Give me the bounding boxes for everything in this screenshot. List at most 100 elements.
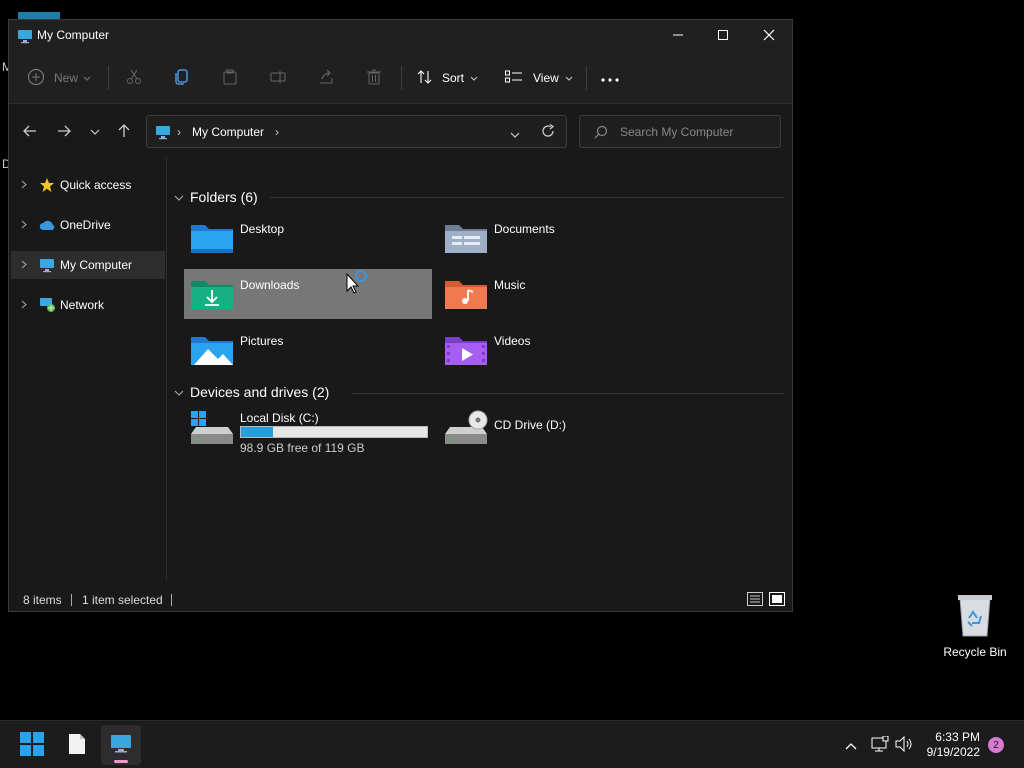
speaker-icon bbox=[895, 735, 913, 755]
show-hidden-icons-button[interactable] bbox=[845, 739, 857, 753]
drive-usage-fill bbox=[241, 427, 273, 437]
breadcrumb-separator-icon: › bbox=[275, 125, 279, 139]
sidebar-item-onedrive[interactable]: OneDrive bbox=[11, 211, 165, 239]
group-header-label: Devices and drives (2) bbox=[190, 384, 330, 400]
chevron-right-icon[interactable] bbox=[21, 258, 27, 272]
start-button[interactable] bbox=[12, 725, 52, 765]
drive-free-space: 98.9 GB free of 119 GB bbox=[240, 441, 365, 455]
share-button[interactable] bbox=[318, 52, 334, 104]
navigation-bar: › My Computer › Search My Computer bbox=[9, 105, 792, 157]
back-button[interactable] bbox=[19, 121, 41, 143]
notification-badge[interactable]: 2 bbox=[988, 737, 1004, 753]
selection-count: 1 item selected bbox=[82, 593, 163, 607]
computer-icon bbox=[17, 28, 33, 47]
tiles-view-button[interactable] bbox=[769, 592, 785, 609]
pictures-folder-icon bbox=[190, 333, 234, 370]
chevron-down-icon bbox=[174, 189, 184, 205]
folder-music[interactable]: Music bbox=[438, 269, 686, 319]
more-options-button[interactable] bbox=[601, 52, 619, 104]
cut-button[interactable] bbox=[126, 52, 142, 104]
status-separator bbox=[71, 594, 72, 606]
group-header-folders[interactable]: Folders (6) bbox=[174, 189, 258, 205]
share-icon bbox=[318, 69, 334, 88]
sort-button[interactable]: Sort bbox=[417, 52, 478, 104]
toolbar-separator bbox=[401, 66, 402, 90]
up-button[interactable] bbox=[113, 121, 135, 143]
network-status-button[interactable] bbox=[871, 735, 889, 755]
chevron-down-icon bbox=[90, 125, 100, 139]
folder-label: Music bbox=[494, 278, 526, 292]
taskbar-my-computer[interactable] bbox=[101, 725, 141, 765]
cloud-icon bbox=[39, 217, 56, 236]
details-view-button[interactable] bbox=[747, 592, 763, 609]
minimize-button[interactable] bbox=[655, 20, 701, 52]
sidebar-item-quick-access[interactable]: Quick access bbox=[11, 171, 165, 199]
close-button[interactable] bbox=[746, 20, 792, 52]
maximize-button[interactable] bbox=[700, 20, 746, 52]
sidebar-item-my-computer[interactable]: My Computer bbox=[11, 251, 165, 279]
chevron-up-icon bbox=[845, 739, 857, 753]
arrow-left-icon bbox=[23, 125, 37, 140]
address-dropdown-button[interactable] bbox=[510, 128, 520, 142]
taskbar: 6:33 PM 9/19/2022 2 bbox=[0, 720, 1024, 768]
sidebar-item-label: OneDrive bbox=[60, 218, 111, 232]
file-list: Folders (6) Desktop Documents Downloads … bbox=[168, 157, 792, 581]
minimize-icon bbox=[673, 29, 683, 43]
volume-button[interactable] bbox=[895, 735, 913, 755]
folder-pictures[interactable]: Pictures bbox=[184, 325, 432, 375]
videos-folder-icon bbox=[444, 333, 488, 370]
new-icon bbox=[27, 68, 45, 89]
document-icon bbox=[68, 733, 86, 758]
folder-desktop[interactable]: Desktop bbox=[184, 213, 432, 263]
toolbar-separator bbox=[108, 66, 109, 90]
title-bar[interactable]: My Computer bbox=[9, 20, 792, 52]
breadcrumb-my-computer[interactable]: My Computer bbox=[192, 125, 264, 139]
folder-downloads[interactable]: Downloads bbox=[184, 269, 432, 319]
new-button[interactable]: New bbox=[27, 52, 91, 104]
folder-label: Documents bbox=[494, 222, 555, 236]
new-label: New bbox=[54, 71, 79, 85]
window-title: My Computer bbox=[37, 28, 110, 42]
command-bar: New Sort View bbox=[9, 52, 792, 104]
active-indicator bbox=[114, 760, 128, 763]
folder-documents[interactable]: Documents bbox=[438, 213, 686, 263]
group-divider bbox=[270, 197, 784, 198]
computer-icon bbox=[39, 257, 55, 276]
copy-button[interactable] bbox=[174, 52, 190, 104]
search-box[interactable]: Search My Computer bbox=[579, 115, 781, 148]
item-count: 8 items bbox=[23, 593, 62, 607]
system-clock[interactable]: 6:33 PM 9/19/2022 bbox=[918, 730, 980, 760]
sidebar-item-network[interactable]: Network bbox=[11, 291, 165, 319]
copy-icon bbox=[174, 68, 190, 88]
recent-locations-button[interactable] bbox=[84, 121, 106, 143]
paste-button[interactable] bbox=[222, 52, 238, 104]
desktop-recycle-bin[interactable]: Recycle Bin bbox=[938, 594, 1012, 659]
view-button[interactable]: View bbox=[505, 52, 573, 104]
navigation-pane: Quick access OneDrive My Computer Networ… bbox=[9, 157, 167, 581]
sidebar-item-label: Quick access bbox=[60, 178, 132, 192]
folder-label: Videos bbox=[494, 334, 531, 348]
group-header-drives[interactable]: Devices and drives (2) bbox=[174, 384, 329, 400]
folder-videos[interactable]: Videos bbox=[438, 325, 686, 375]
chevron-right-icon[interactable] bbox=[21, 178, 27, 192]
status-separator bbox=[171, 594, 172, 606]
breadcrumb-separator-icon: › bbox=[177, 125, 181, 139]
recycle-bin-label: Recycle Bin bbox=[943, 645, 1007, 659]
chevron-right-icon[interactable] bbox=[21, 218, 27, 232]
drive-local-disk-c[interactable]: Local Disk (C:) 98.9 GB free of 119 GB bbox=[184, 408, 432, 458]
network-status-icon bbox=[871, 735, 889, 755]
chevron-down-icon bbox=[565, 71, 573, 85]
clock-time: 6:33 PM bbox=[935, 730, 980, 744]
delete-icon bbox=[366, 69, 382, 88]
delete-button[interactable] bbox=[366, 52, 382, 104]
hard-disk-icon bbox=[190, 410, 234, 451]
drive-cd-d[interactable]: CD Drive (D:) bbox=[438, 408, 686, 458]
chevron-right-icon[interactable] bbox=[21, 298, 27, 312]
refresh-button[interactable] bbox=[541, 123, 555, 141]
taskbar-document-app[interactable] bbox=[57, 725, 97, 765]
rename-button[interactable] bbox=[270, 52, 288, 104]
sidebar-item-label: Network bbox=[60, 298, 105, 312]
forward-button[interactable] bbox=[53, 121, 75, 143]
address-bar[interactable]: › My Computer › bbox=[146, 115, 567, 148]
clock-date: 9/19/2022 bbox=[926, 745, 980, 759]
